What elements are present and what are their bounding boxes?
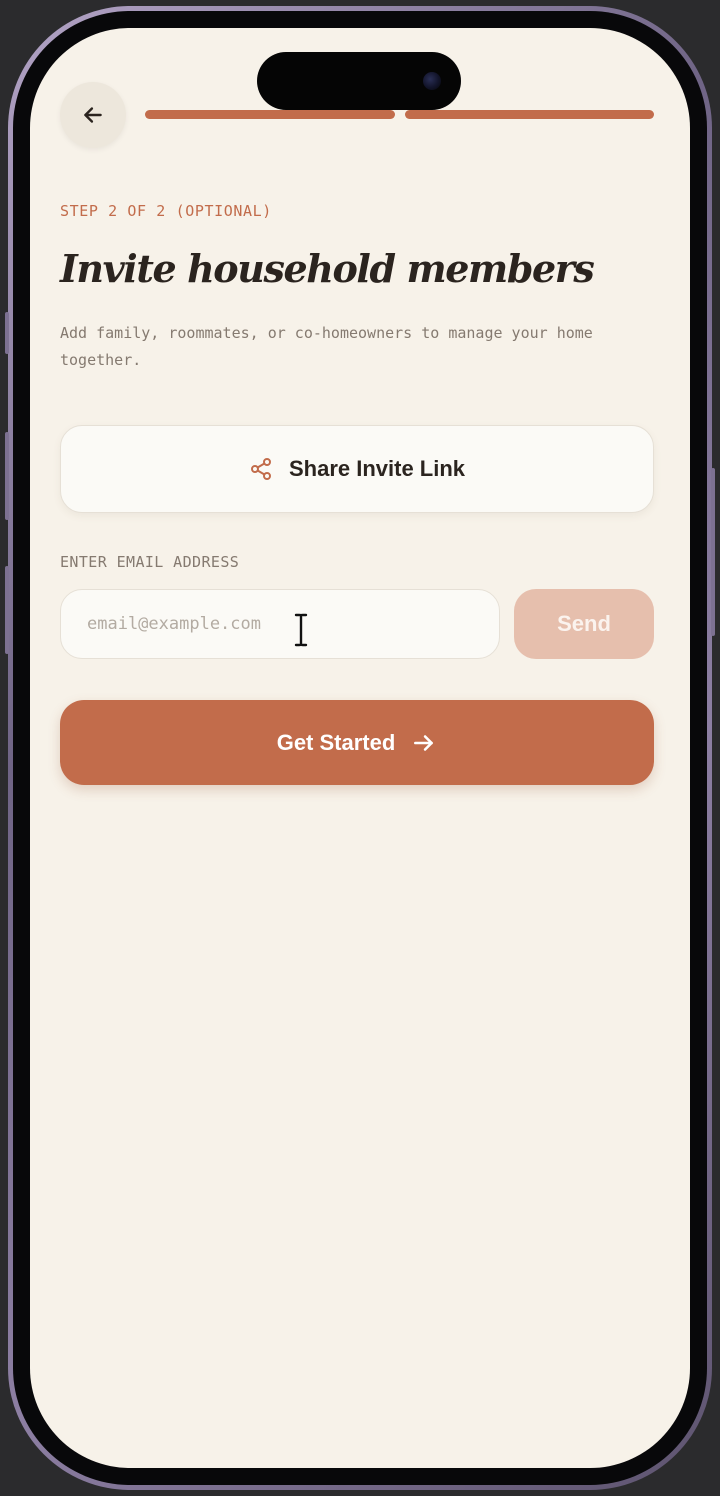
action-button	[5, 312, 9, 354]
email-input[interactable]	[60, 589, 500, 659]
front-camera-icon	[423, 72, 441, 90]
progress-step-2	[405, 110, 654, 119]
arrow-right-icon	[414, 734, 434, 751]
get-started-label: Get Started	[276, 729, 396, 755]
page-title: Invite household members	[60, 246, 595, 291]
progress-step-1	[145, 110, 395, 119]
email-field-label: ENTER EMAIL ADDRESS	[60, 553, 240, 571]
app-screen: STEP 2 OF 2 (OPTIONAL) Invite household …	[30, 28, 690, 1468]
get-started-button[interactable]: Get Started	[60, 700, 654, 785]
volume-down-button	[5, 566, 9, 654]
step-indicator: STEP 2 OF 2 (OPTIONAL)	[60, 202, 272, 220]
phone-frame: STEP 2 OF 2 (OPTIONAL) Invite household …	[8, 6, 712, 1490]
page-subtitle: Add family, roommates, or co-homeowners …	[60, 324, 593, 369]
power-button	[711, 468, 715, 636]
send-button[interactable]: Send	[514, 589, 654, 659]
text-cursor-icon	[294, 613, 308, 647]
arrow-left-icon	[84, 107, 102, 123]
share-icon	[250, 458, 271, 480]
back-button[interactable]	[60, 82, 126, 148]
dynamic-island	[257, 52, 461, 110]
phone-bezel: STEP 2 OF 2 (OPTIONAL) Invite household …	[13, 11, 707, 1485]
volume-up-button	[5, 432, 9, 520]
share-invite-link-label: Share Invite Link	[288, 456, 466, 481]
share-invite-link-button[interactable]: Share Invite Link	[60, 425, 654, 513]
